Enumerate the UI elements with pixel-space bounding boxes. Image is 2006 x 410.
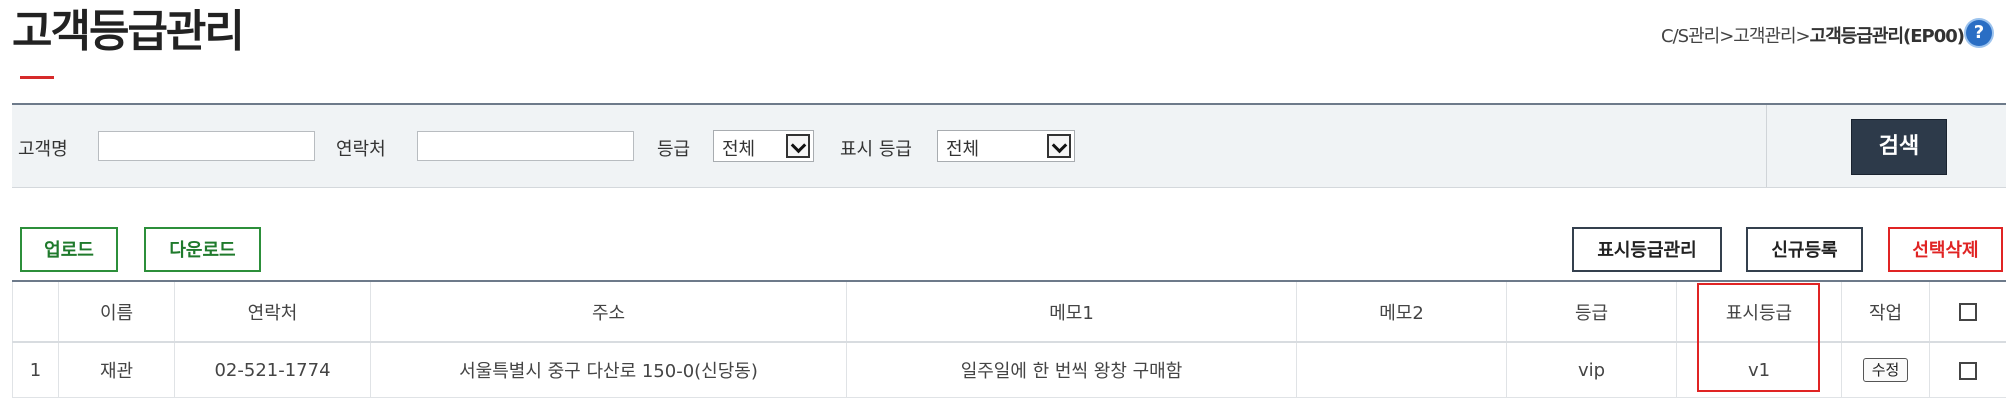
chevron-down-icon[interactable] xyxy=(786,134,810,158)
contact-input[interactable] xyxy=(417,131,634,161)
column-header-display-grade: 표시등급 xyxy=(1676,280,1842,343)
grade-label: 등급 xyxy=(657,139,691,160)
edit-button[interactable]: 수정 xyxy=(1862,358,1909,382)
column-header-action: 작업 xyxy=(1841,280,1930,343)
row-memo2 xyxy=(1296,342,1507,398)
column-header-name: 이름 xyxy=(58,280,175,343)
column-header-address: 주소 xyxy=(370,280,847,343)
help-icon[interactable]: ? xyxy=(1966,20,1992,46)
row-display-grade: v1 xyxy=(1676,342,1842,398)
search-divider xyxy=(1766,105,1767,187)
delete-selected-button[interactable]: 선택삭제 xyxy=(1888,227,2003,272)
customer-grade-table: 이름 연락처 주소 메모1 메모2 등급 표시등급 작업 1 재관 02-521… xyxy=(12,280,2006,398)
display-grade-select-value: 전체 xyxy=(946,139,980,160)
display-grade-select[interactable]: 전체 xyxy=(937,130,1075,162)
customer-name-input[interactable] xyxy=(98,131,315,161)
grade-select-value: 전체 xyxy=(722,139,756,160)
row-select-cell xyxy=(1929,342,2006,398)
breadcrumb-item-cs[interactable]: C/S관리 xyxy=(1661,26,1720,47)
upload-button[interactable]: 업로드 xyxy=(20,227,118,272)
row-contact: 02-521-1774 xyxy=(174,342,371,398)
breadcrumb-item-current: 고객등급관리(EP00) xyxy=(1809,26,1965,47)
row-memo1: 일주일에 한 번씩 왕창 구매함 xyxy=(846,342,1297,398)
row-action-cell: 수정 xyxy=(1841,342,1930,398)
select-all-checkbox[interactable] xyxy=(1959,303,1977,321)
chevron-down-icon[interactable] xyxy=(1047,134,1071,158)
display-grade-manage-button[interactable]: 표시등급관리 xyxy=(1572,227,1722,272)
breadcrumb-item-customer[interactable]: 고객관리 xyxy=(1733,26,1796,47)
contact-label: 연락처 xyxy=(336,139,386,160)
breadcrumb: C/S관리>고객관리>고객등급관리(EP00) xyxy=(1661,22,1965,48)
row-grade: vip xyxy=(1506,342,1677,398)
download-button[interactable]: 다운로드 xyxy=(144,227,261,272)
column-header-grade: 등급 xyxy=(1506,280,1677,343)
column-header-memo2: 메모2 xyxy=(1296,280,1507,343)
column-header-memo1: 메모1 xyxy=(846,280,1297,343)
row-address: 서울특별시 중구 다산로 150-0(신당동) xyxy=(370,342,847,398)
new-register-button[interactable]: 신규등록 xyxy=(1746,227,1863,272)
column-header-select-all xyxy=(1929,280,2006,343)
table-row: 1 재관 02-521-1774 서울특별시 중구 다산로 150-0(신당동)… xyxy=(12,342,2006,398)
title-accent-line xyxy=(20,76,54,79)
search-button[interactable]: 검색 xyxy=(1851,119,1947,175)
row-number: 1 xyxy=(12,342,59,398)
row-checkbox[interactable] xyxy=(1959,361,1977,380)
display-grade-label: 표시 등급 xyxy=(840,139,912,160)
search-panel: 고객명 연락처 등급 전체 표시 등급 전체 검색 xyxy=(12,103,2006,188)
column-header-number xyxy=(12,280,59,343)
page-title: 고객등급관리 xyxy=(12,6,245,57)
column-header-contact: 연락처 xyxy=(174,280,371,343)
breadcrumb-separator: > xyxy=(1719,26,1734,47)
breadcrumb-separator: > xyxy=(1795,26,1811,47)
customer-name-label: 고객명 xyxy=(18,139,68,160)
row-name: 재관 xyxy=(58,342,175,398)
grade-select[interactable]: 전체 xyxy=(713,130,814,162)
table-header-row: 이름 연락처 주소 메모1 메모2 등급 표시등급 작업 xyxy=(12,280,2006,343)
